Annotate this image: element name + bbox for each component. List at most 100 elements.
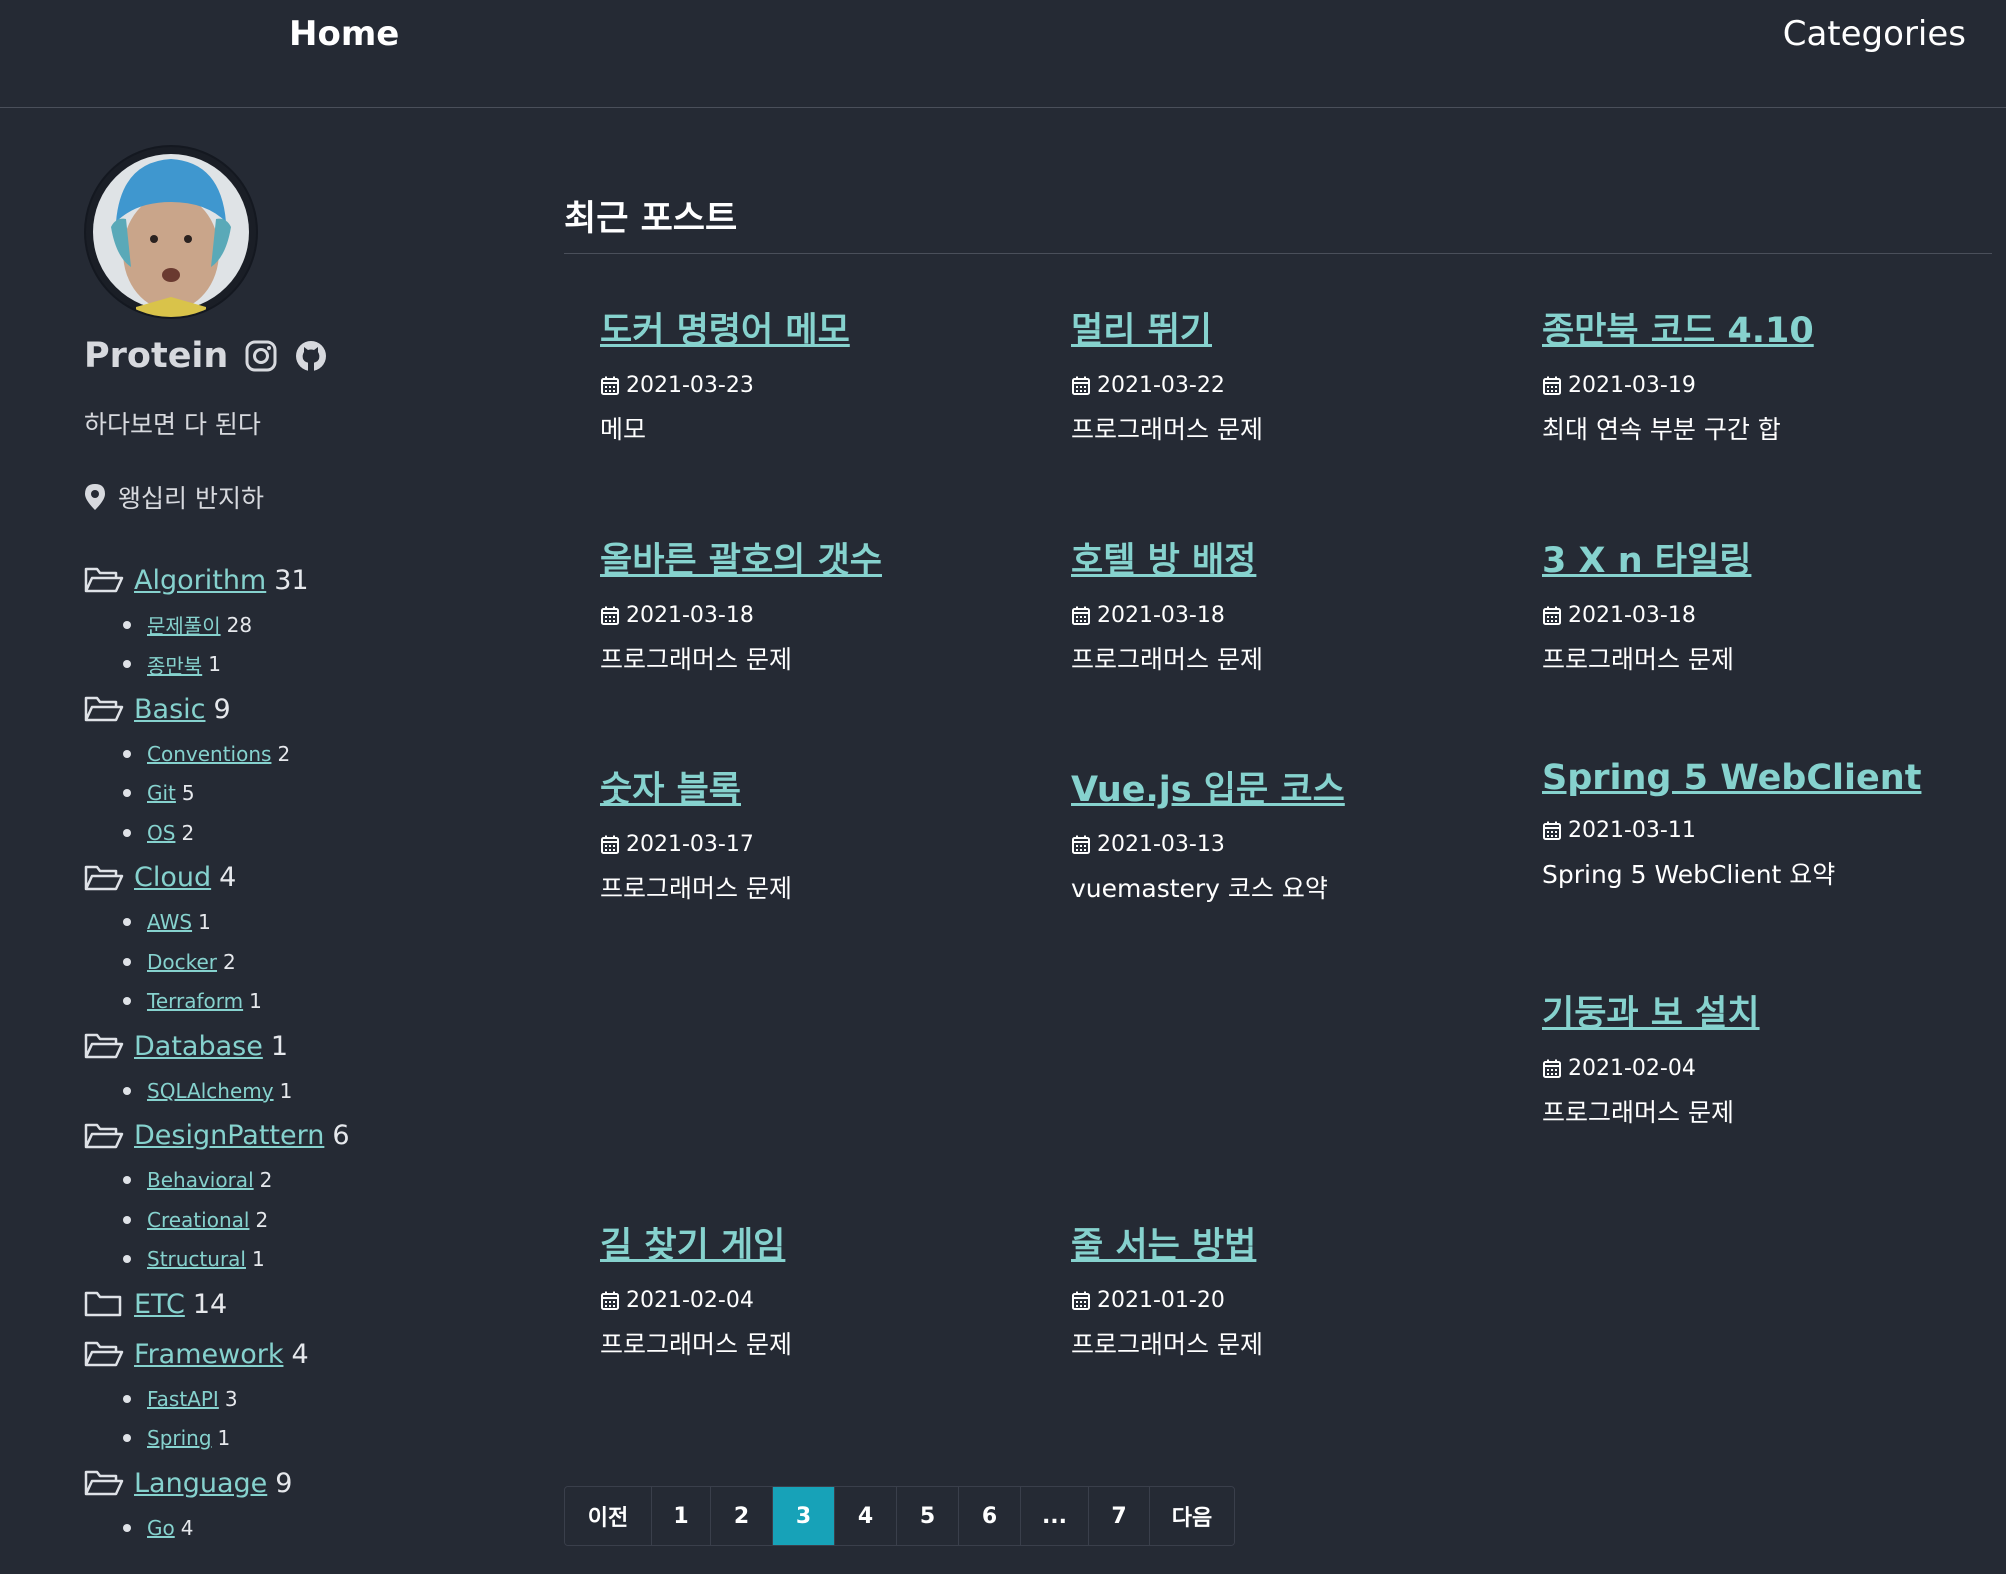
subcategory-count: 28 (226, 612, 253, 637)
post-date: 2021-03-18 (1542, 603, 1982, 628)
calendar-icon (1072, 835, 1090, 854)
post-description: 프로그래머스 문제 (1542, 1098, 1734, 1127)
post-title-link[interactable]: 호텔 방 배정 (1071, 541, 1256, 581)
category-link[interactable]: DesignPattern (134, 1120, 324, 1151)
page-button[interactable]: 1 (652, 1487, 711, 1545)
post-title-link[interactable]: 3 X n 타일링 (1542, 541, 1751, 581)
folder-open-icon (84, 1123, 124, 1148)
calendar-icon (601, 376, 619, 395)
subcategory-link[interactable]: Creational (147, 1208, 249, 1232)
github-icon[interactable] (294, 339, 328, 373)
nav-home-link[interactable]: Home (289, 14, 399, 54)
subcategory-link[interactable]: 문제풀이 (147, 610, 221, 639)
profile-name: Protein (84, 336, 229, 376)
post-date: 2021-03-23 (600, 373, 1040, 398)
page-button[interactable]: 7 (1089, 1487, 1150, 1545)
profile-location: 왱십리 반지하 (84, 479, 514, 515)
subcategory-item: Terraform 1 (84, 982, 514, 1022)
subcategory-item: 문제풀이 28 (84, 605, 514, 645)
profile-bio: 하다보면 다 된다 (84, 410, 261, 439)
category-link[interactable]: Language (134, 1468, 267, 1499)
post-title-link[interactable]: 줄 서는 방법 (1071, 1226, 1256, 1266)
subcategory-link[interactable]: Conventions (147, 742, 271, 766)
category-count: 4 (219, 862, 237, 893)
category-link[interactable]: Basic (134, 694, 205, 725)
subcategory-item: Conventions 2 (84, 734, 514, 774)
bullet-dot (123, 1434, 131, 1443)
page-button[interactable]: 3 (773, 1487, 835, 1545)
subcategory-count: 2 (181, 820, 195, 845)
subcategory-link[interactable]: Terraform (147, 989, 243, 1013)
bullet-dot (123, 660, 131, 669)
page-button[interactable]: 6 (959, 1487, 1021, 1545)
category-link[interactable]: Cloud (134, 862, 211, 893)
post-description: 최대 연속 부분 구간 합 (1542, 415, 1781, 444)
post-date-text: 2021-03-18 (1568, 603, 1696, 628)
subcategory-count: 5 (181, 781, 195, 806)
post-date-text: 2021-03-17 (626, 832, 754, 857)
post-title-link[interactable]: 숫자 블록 (600, 770, 741, 810)
post-title-link[interactable]: 기둥과 보 설치 (1542, 994, 1760, 1034)
subcategory-count: 2 (223, 949, 236, 974)
subcategory-link[interactable]: Git (147, 781, 176, 805)
subcategory-link[interactable]: SQLAlchemy (147, 1079, 274, 1103)
post-date: 2021-02-04 (1542, 1056, 1982, 1081)
bullet-dot (123, 997, 131, 1006)
post-card: 도커 명령어 메모 2021-03-23 메모 (600, 302, 1040, 446)
subcategory-link[interactable]: Behavioral (147, 1168, 254, 1192)
category-item: Cloud 4 (84, 853, 514, 903)
calendar-icon (601, 835, 619, 854)
subcategory-link[interactable]: Spring (147, 1426, 212, 1450)
top-navbar: Home Categories (0, 0, 2006, 108)
post-title-link[interactable]: Spring 5 WebClient (1542, 758, 1921, 798)
post-title-link[interactable]: 올바른 괄호의 갯수 (600, 541, 882, 581)
calendar-icon (1072, 376, 1090, 395)
page-button[interactable]: ... (1021, 1487, 1089, 1545)
category-link[interactable]: Database (134, 1031, 263, 1062)
post-description: 프로그래머스 문제 (600, 1330, 792, 1359)
page-button[interactable]: 다음 (1150, 1487, 1234, 1545)
page-button[interactable]: 5 (897, 1487, 959, 1545)
post-card: 올바른 괄호의 갯수 2021-03-18 프로그래머스 문제 (600, 532, 1040, 676)
subcategory-link[interactable]: 종만북 (147, 650, 202, 679)
post-date: 2021-03-19 (1542, 373, 1982, 398)
calendar-icon (1543, 1059, 1561, 1078)
page-button[interactable]: 4 (835, 1487, 897, 1545)
subcategory-link[interactable]: AWS (147, 910, 192, 934)
bullet-dot (123, 789, 131, 798)
subcategory-link[interactable]: Docker (147, 950, 217, 974)
nav-categories-link[interactable]: Categories (1783, 14, 1966, 54)
subcategory-count: 4 (180, 1515, 194, 1540)
category-link[interactable]: Framework (134, 1339, 283, 1370)
post-title-link[interactable]: 종만북 코드 4.10 (1542, 311, 1814, 351)
bullet-dot (123, 918, 131, 927)
post-description: vuemastery 코스 요약 (1071, 874, 1328, 903)
post-title-link[interactable]: 길 찾기 게임 (600, 1226, 785, 1266)
avatar (84, 145, 258, 319)
category-item: Algorithm 31 (84, 555, 514, 605)
page-button[interactable]: 2 (711, 1487, 773, 1545)
calendar-icon (601, 606, 619, 625)
post-card: 줄 서는 방법 2021-01-20 프로그래머스 문제 (1071, 1217, 1511, 1361)
subcategory-item: Docker 2 (84, 942, 514, 982)
category-link[interactable]: Algorithm (134, 565, 266, 596)
subcategory-link[interactable]: OS (147, 821, 175, 845)
subcategory-count: 2 (255, 1207, 269, 1232)
subcategory-item: Creational 2 (84, 1200, 514, 1240)
instagram-icon[interactable] (244, 339, 278, 373)
subcategory-link[interactable]: FastAPI (147, 1387, 219, 1411)
subcategory-link[interactable]: Structural (147, 1247, 246, 1271)
post-title-link[interactable]: 도커 명령어 메모 (600, 311, 850, 351)
subcategory-link[interactable]: Go (147, 1516, 175, 1540)
page-button[interactable]: 이전 (565, 1487, 652, 1545)
subcategory-item: Go 4 (84, 1508, 514, 1548)
category-tree: Algorithm 31 문제풀이 28 종만북 1 Basic 9 Conventions 2 G… (84, 555, 514, 1548)
post-title-link[interactable]: 멀리 뛰기 (1071, 311, 1212, 351)
post-date: 2021-03-18 (600, 603, 1040, 628)
bullet-dot (123, 620, 131, 629)
category-link[interactable]: ETC (134, 1289, 185, 1320)
bullet-dot (123, 1176, 131, 1185)
category-count: 9 (213, 693, 231, 725)
category-count: 9 (275, 1467, 293, 1499)
post-title-link[interactable]: Vue.js 입문 코스 (1071, 770, 1345, 810)
